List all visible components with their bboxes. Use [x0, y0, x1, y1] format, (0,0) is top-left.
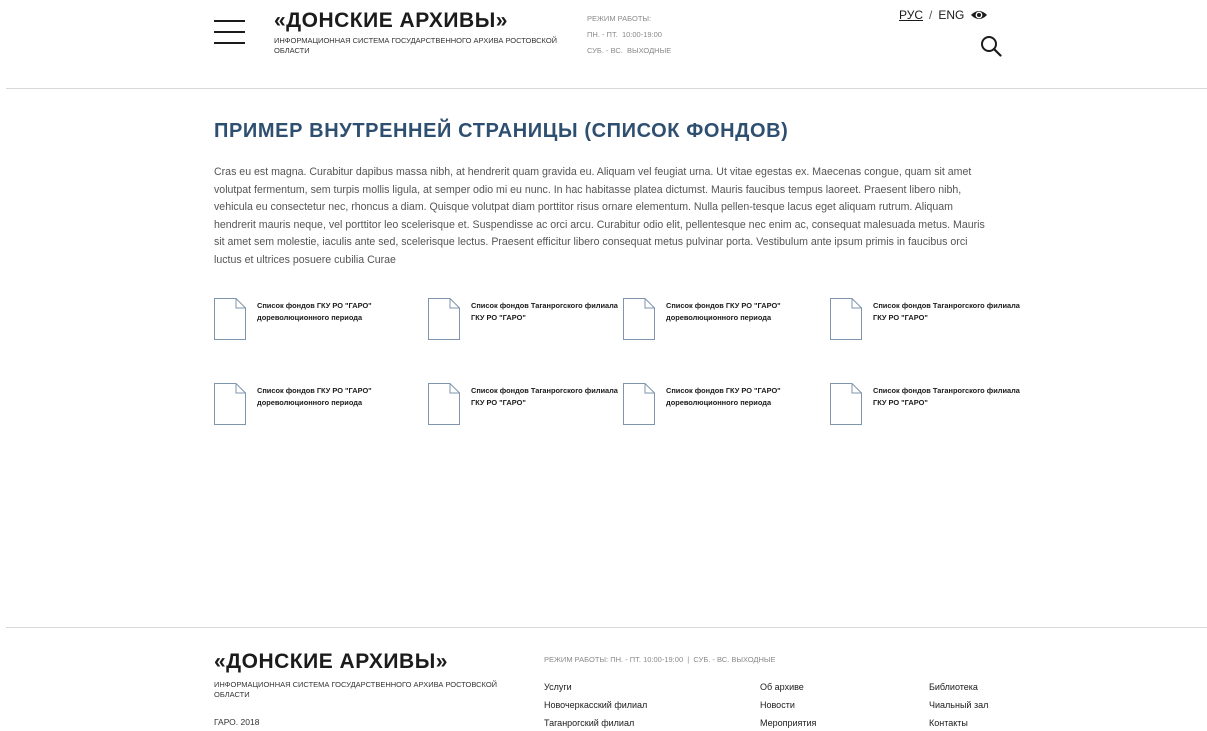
footer-copyright: ГАРО. 2018 — [214, 717, 260, 727]
lang-separator: / — [929, 8, 933, 22]
document-label: Список фондов Таганрогского филиала ГКУ … — [471, 301, 618, 322]
document-label: Список фондов ГКУ РО "ГАРО" дореволюцион… — [257, 301, 372, 322]
document-item[interactable]: Список фондов Таганрогского филиала ГКУ … — [830, 383, 1020, 427]
menu-icon[interactable] — [214, 20, 245, 44]
footer-link-services[interactable]: Услуги — [544, 682, 572, 692]
document-icon — [623, 383, 655, 425]
document-label: Список фондов ГКУ РО "ГАРО" дореволюцион… — [257, 386, 372, 407]
document-icon — [830, 383, 862, 425]
document-icon — [214, 383, 246, 425]
menu-bar — [214, 31, 245, 33]
document-item[interactable]: Список фондов Таганрогского филиала ГКУ … — [428, 383, 618, 427]
footer-link-news[interactable]: Новости — [760, 700, 795, 710]
eye-icon[interactable] — [970, 9, 988, 21]
document-item[interactable]: Список фондов Таганрогского филиала ГКУ … — [428, 298, 618, 342]
footer-logo-subtitle: ИНФОРМАЦИОННАЯ СИСТЕМА ГОСУДАРСТВЕННОГО … — [214, 680, 498, 699]
logo-subtitle: ИНФОРМАЦИОННАЯ СИСТЕМА ГОСУДАРСТВЕННОГО … — [274, 36, 558, 55]
search-icon[interactable] — [980, 35, 1002, 57]
document-label: Список фондов Таганрогского филиала ГКУ … — [471, 386, 618, 407]
footer-link-novocherkassk[interactable]: Новочеркасский филиал — [544, 700, 647, 710]
document-icon — [428, 298, 460, 340]
document-icon — [428, 383, 460, 425]
hours-weekend: СУБ. - ВС. ВЫХОДНЫЕ — [587, 46, 672, 55]
hours-weekdays: ПН. - ПТ. 10:00-19:00 — [587, 30, 662, 39]
language-switcher: РУС / ENG — [899, 8, 988, 22]
document-item[interactable]: Список фондов ГКУ РО "ГАРО" дореволюцион… — [623, 298, 813, 342]
footer-link-about[interactable]: Об архиве — [760, 682, 804, 692]
document-icon — [623, 298, 655, 340]
site-header: «ДОНСКИЕ АРХИВЫ» ИНФОРМАЦИОННАЯ СИСТЕМА … — [0, 0, 1207, 88]
document-item[interactable]: Список фондов ГКУ РО "ГАРО" дореволюцион… — [214, 383, 404, 427]
header-divider — [6, 88, 1207, 89]
footer-link-events[interactable]: Мероприятия — [760, 718, 816, 728]
logo-title: «ДОНСКИЕ АРХИВЫ» — [274, 9, 508, 32]
footer-link-contacts[interactable]: Контакты — [929, 718, 968, 728]
footer-link-library[interactable]: Библиотека — [929, 682, 978, 692]
footer-link-taganrog[interactable]: Таганрогский филиал — [544, 718, 634, 728]
document-item[interactable]: Список фондов ГКУ РО "ГАРО" дореволюцион… — [623, 383, 813, 427]
document-label: Список фондов ГКУ РО "ГАРО" дореволюцион… — [666, 301, 781, 322]
document-label: Список фондов Таганрогского филиала ГКУ … — [873, 386, 1020, 407]
document-label: Список фондов ГКУ РО "ГАРО" дореволюцион… — [666, 386, 781, 407]
working-hours: РЕЖИМ РАБОТЫ: ПН. - ПТ. 10:00-19:00 СУБ.… — [587, 11, 671, 59]
page-title: ПРИМЕР ВНУТРЕННЕЙ СТРАНИЦЫ (СПИСОК ФОНДО… — [214, 120, 789, 142]
footer-link-reading-room[interactable]: Чиальный зал — [929, 700, 988, 710]
lang-en-link[interactable]: ENG — [938, 8, 964, 22]
footer-working-hours: РЕЖИМ РАБОТЫ: ПН. - ПТ. 10:00-19:00 | СУ… — [544, 655, 776, 664]
menu-bar — [214, 42, 245, 44]
document-icon — [830, 298, 862, 340]
footer-logo-title[interactable]: «ДОНСКИЕ АРХИВЫ» — [214, 650, 448, 674]
document-icon — [214, 298, 246, 340]
document-item[interactable]: Список фондов ГКУ РО "ГАРО" дореволюцион… — [214, 298, 404, 342]
document-item[interactable]: Список фондов Таганрогского филиала ГКУ … — [830, 298, 1020, 342]
menu-bar — [214, 20, 245, 22]
document-label: Список фондов Таганрогского филиала ГКУ … — [873, 301, 1020, 322]
page-intro-text: Cras eu est magna. Curabitur dapibus mas… — [214, 166, 985, 266]
footer-divider — [6, 627, 1207, 628]
lang-ru-link[interactable]: РУС — [899, 8, 923, 22]
hours-label: РЕЖИМ РАБОТЫ: — [587, 14, 652, 23]
site-logo[interactable]: «ДОНСКИЕ АРХИВЫ» ИНФОРМАЦИОННАЯ СИСТЕМА … — [274, 9, 564, 55]
